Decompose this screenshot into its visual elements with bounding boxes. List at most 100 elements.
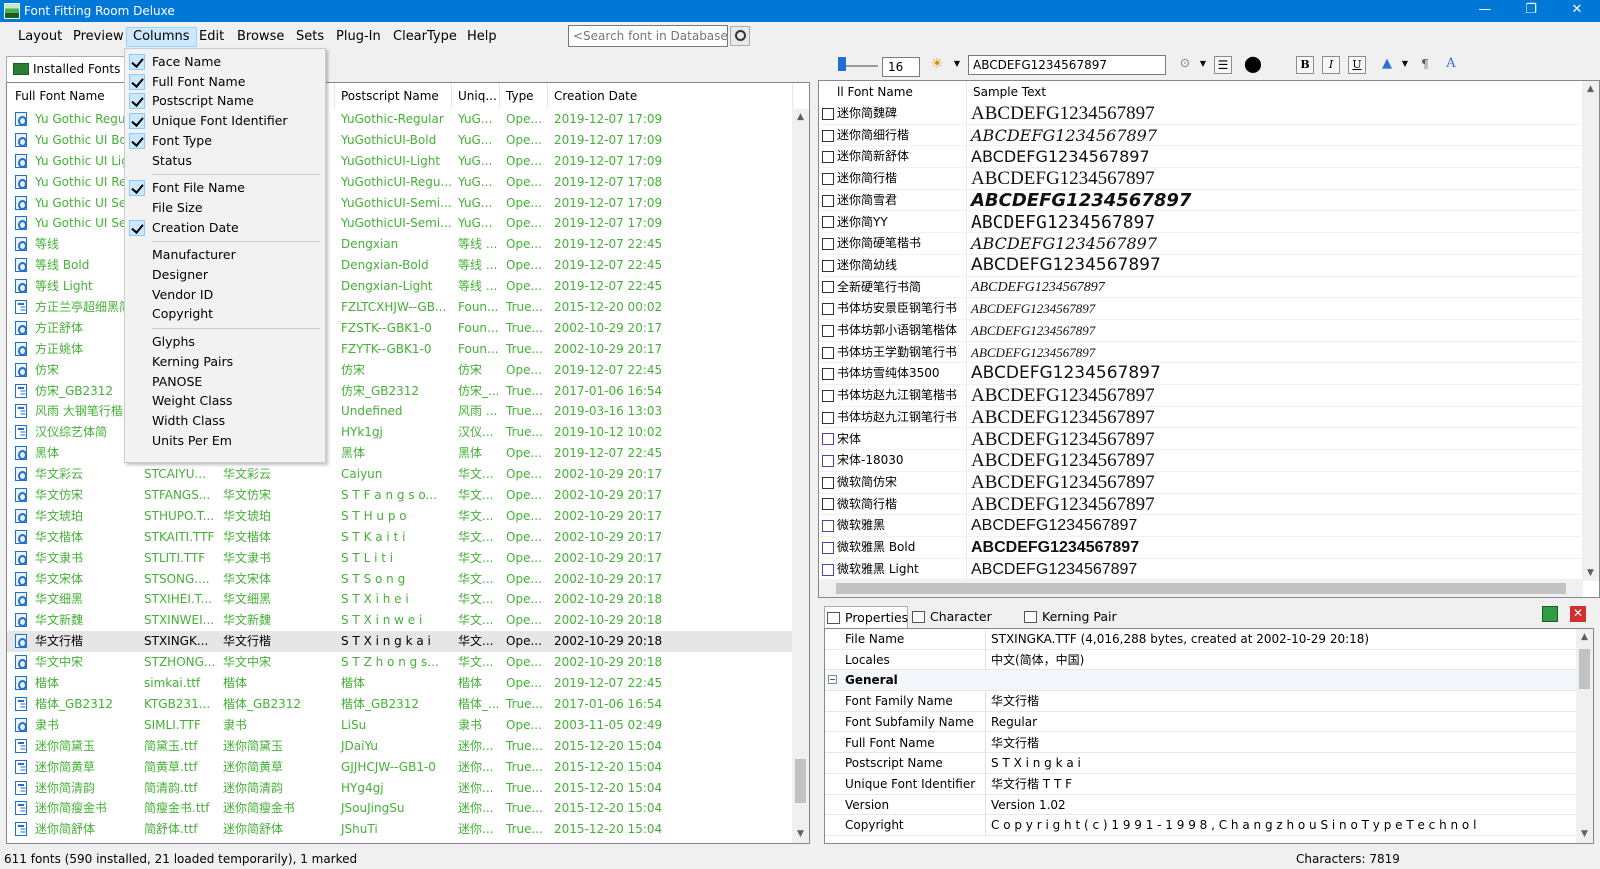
- mark-checkbox[interactable]: [822, 172, 834, 185]
- mark-checkbox[interactable]: [822, 151, 834, 164]
- mark-checkbox[interactable]: [822, 563, 834, 576]
- mark-checkbox[interactable]: [822, 433, 834, 446]
- list-item[interactable]: 迷你简幼线 ABCDEFG1234567897: [819, 255, 1583, 277]
- scroll-up-arrow-icon[interactable]: ▲: [1576, 629, 1593, 646]
- color-picker-icon[interactable]: ⬤: [1244, 56, 1262, 74]
- col-header-type[interactable]: Type: [500, 83, 548, 109]
- columns-menu-item[interactable]: Units Per Em: [125, 431, 325, 451]
- table-row[interactable]: 华文新魏 STXINWEI... 华文新魏 S T X i n w e i 华文... O…: [7, 610, 793, 631]
- list-item[interactable]: 书体坊雪纯体3500 ABCDEFG1234567897: [819, 363, 1583, 386]
- columns-menu-item[interactable]: Width Class: [125, 411, 325, 431]
- property-row[interactable]: Unique Font Identifier 华文行楷 T T F: [825, 773, 1577, 795]
- col-header-sample-text[interactable]: Sample Text: [967, 81, 1583, 103]
- list-item[interactable]: 全新硬笔行书简 ABCDEFG1234567897: [819, 277, 1583, 299]
- list-item[interactable]: 迷你简行楷 ABCDEFG1234567897: [819, 168, 1583, 190]
- menu-cleartype[interactable]: ClearType: [387, 27, 463, 47]
- sun-icon[interactable]: ☀: [928, 56, 946, 74]
- underline-button[interactable]: U: [1348, 56, 1366, 74]
- table-row[interactable]: 华文宋体 STSONG.... 华文宋体 S T S o n g 华文... Ope...…: [7, 569, 793, 590]
- col-header-unique-id[interactable]: Uniq...: [452, 83, 500, 109]
- columns-menu-item[interactable]: PANOSE: [125, 372, 325, 392]
- minimize-button[interactable]: —: [1462, 0, 1508, 22]
- mark-checkbox[interactable]: [822, 476, 834, 489]
- mark-checkbox[interactable]: [822, 238, 834, 251]
- table-row[interactable]: 迷你简黛玉 简黛玉.ttf 迷你简黛玉 JDaiYu 迷你... True... 2015-…: [7, 736, 793, 757]
- clear-format-icon[interactable]: A: [1442, 56, 1460, 74]
- columns-menu-item[interactable]: Creation Date: [125, 218, 325, 238]
- menu-plugin[interactable]: Plug-In: [330, 27, 387, 47]
- tab-kerning-pair[interactable]: Kerning Pair: [1022, 606, 1120, 628]
- col-header-creation-date[interactable]: Creation Date: [548, 83, 793, 109]
- chevron-down-icon[interactable]: ▼: [948, 56, 966, 74]
- property-row[interactable]: Locales 中文(简体，中国): [825, 649, 1577, 671]
- tab-installed-fonts[interactable]: Installed Fonts: [6, 56, 128, 82]
- table-row[interactable]: 隶书 SIMLI.TTF 隶书 LiSu 隶书 Ope... 2003-11-05 02:4…: [7, 715, 793, 736]
- property-row[interactable]: Font Subfamily Name Regular: [825, 711, 1577, 733]
- bold-button[interactable]: B: [1296, 56, 1314, 74]
- list-item[interactable]: 微软雅黑 Light ABCDEFG1234567897: [819, 559, 1583, 581]
- font-search-input[interactable]: [568, 25, 728, 47]
- property-row[interactable]: File Name STXINGKA.TTF (4,016,288 bytes, …: [825, 629, 1577, 650]
- tab-properties[interactable]: Properties: [824, 606, 908, 628]
- list-item[interactable]: 宋体 ABCDEFG1234567897: [819, 429, 1583, 451]
- list-item[interactable]: 书体坊赵九江钢笔行书 ABCDEFG1234567897: [819, 407, 1583, 429]
- mark-checkbox[interactable]: [822, 498, 834, 511]
- col-header-postscript-name[interactable]: Postscript Name: [335, 83, 452, 109]
- property-row[interactable]: Copyright C o p y r i g h t ( c ) 1 9 9 1…: [825, 815, 1577, 836]
- columns-menu-item[interactable]: Manufacturer: [125, 245, 325, 265]
- menu-help[interactable]: Help: [461, 27, 503, 47]
- scroll-down-arrow-icon[interactable]: ▼: [1582, 565, 1599, 582]
- list-item[interactable]: 书体坊郭小语钢笔楷体 ABCDEFG1234567897: [819, 320, 1583, 342]
- mark-checkbox[interactable]: [822, 389, 834, 402]
- sample-text-input[interactable]: ABCDEFG1234567897: [968, 55, 1166, 75]
- collapse-icon[interactable]: −: [828, 675, 837, 685]
- sample-vscrollbar[interactable]: ▲ ▼: [1582, 81, 1599, 581]
- menu-layout[interactable]: Layout: [12, 27, 68, 47]
- columns-menu-item[interactable]: Copyright: [125, 304, 325, 324]
- columns-menu-item[interactable]: Status: [125, 151, 325, 171]
- columns-menu-item[interactable]: Unique Font Identifier: [125, 111, 325, 131]
- chevron-down-icon[interactable]: ▼: [1396, 56, 1414, 74]
- menu-columns[interactable]: Columns: [126, 27, 197, 47]
- sample-hscrollbar[interactable]: [819, 580, 1583, 597]
- maximize-button[interactable]: ❐: [1508, 0, 1554, 22]
- list-view-icon[interactable]: ☰: [1214, 56, 1232, 74]
- property-group[interactable]: − General: [825, 670, 1577, 692]
- tab-character-map[interactable]: Character Map: [910, 606, 1022, 646]
- font-table-vscrollbar[interactable]: ▲ ▼: [792, 109, 809, 843]
- close-pane-icon[interactable]: ✕: [1570, 606, 1586, 622]
- list-item[interactable]: 书体坊王学勤钢笔行书 ABCDEFG1234567897: [819, 342, 1583, 364]
- mark-checkbox[interactable]: [822, 259, 834, 272]
- scroll-down-arrow-icon[interactable]: ▼: [792, 826, 809, 843]
- menu-sets[interactable]: Sets: [290, 27, 330, 47]
- mark-checkbox[interactable]: [822, 129, 834, 142]
- col-header-sample-font-name[interactable]: ll Font Name: [819, 81, 966, 103]
- list-item[interactable]: 书体坊赵九江钢笔楷书 ABCDEFG1234567897: [819, 385, 1583, 407]
- property-row[interactable]: Font Family Name 华文行楷: [825, 691, 1577, 712]
- list-item[interactable]: 迷你简新舒体 ABCDEFG1234567897: [819, 146, 1583, 169]
- font-size-stepper[interactable]: 16: [882, 57, 920, 77]
- list-item[interactable]: 微软雅黑 ABCDEFG1234567897: [819, 515, 1583, 537]
- chevron-down-icon[interactable]: ▼: [1194, 56, 1212, 74]
- mark-checkbox[interactable]: [822, 194, 834, 207]
- italic-button[interactable]: I: [1322, 56, 1340, 74]
- export-icon[interactable]: [1542, 606, 1558, 622]
- table-row[interactable]: 华文琥珀 STHUPO.T... 华文琥珀 S T H u p o 华文... Ope..…: [7, 506, 793, 527]
- list-item[interactable]: 迷你简硬笔楷书 ABCDEFG1234567897: [819, 233, 1583, 255]
- menu-browse[interactable]: Browse: [231, 27, 290, 47]
- columns-menu-item[interactable]: Vendor ID: [125, 285, 325, 305]
- scroll-up-arrow-icon[interactable]: ▲: [792, 109, 809, 126]
- size-slider-thumb[interactable]: [838, 57, 846, 71]
- mark-checkbox[interactable]: [822, 346, 834, 359]
- mark-checkbox[interactable]: [822, 455, 834, 468]
- paragraph-icon[interactable]: ¶: [1416, 56, 1434, 74]
- table-row[interactable]: 华文楷体 STKAITI.TTF 华文楷体 S T K a i t i 华文... Ope…: [7, 527, 793, 548]
- columns-menu-item[interactable]: Font File Name: [125, 178, 325, 198]
- close-button[interactable]: ✕: [1554, 0, 1600, 22]
- scroll-thumb[interactable]: [795, 759, 806, 803]
- columns-menu-item[interactable]: Kerning Pairs: [125, 352, 325, 372]
- mark-checkbox[interactable]: [822, 368, 834, 381]
- table-row[interactable]: 华文彩云 STCAIYU... 华文彩云 Caiyun 华文... Ope... 2002-…: [7, 464, 793, 485]
- scroll-up-arrow-icon[interactable]: ▲: [1582, 81, 1599, 98]
- mark-checkbox[interactable]: [822, 411, 834, 424]
